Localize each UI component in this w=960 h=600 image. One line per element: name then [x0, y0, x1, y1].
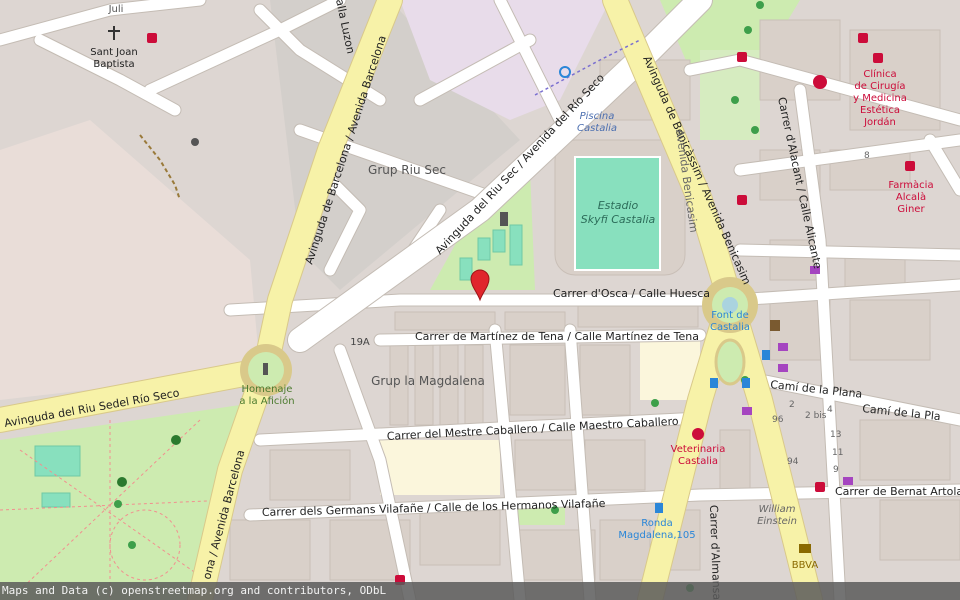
place-sant-joan: Sant Joan Baptista	[90, 47, 137, 70]
paw-icon	[171, 435, 181, 445]
bank-icon	[799, 544, 811, 553]
place-font-castalia: Font de Castalia	[710, 310, 750, 333]
map-canvas[interactable]: Avinguda de Barcelona / Avenida Barcelon…	[0, 0, 960, 600]
office-icon	[770, 320, 780, 331]
house-number: 94	[787, 457, 799, 467]
street-label-osca: Carrer d'Osca / Calle Huesca	[553, 287, 710, 300]
house-number: 9	[833, 465, 839, 475]
place-grup-magdalena: Grup la Magdalena	[371, 374, 485, 388]
house-number: 4	[827, 405, 833, 415]
tower-icon	[500, 212, 508, 226]
mast-icon	[191, 138, 199, 146]
place-juli: Juli	[108, 4, 124, 15]
place-grup-riu-sec: Grup Riu Sec	[368, 163, 446, 177]
house-number: 2 bis	[805, 411, 827, 421]
playground-icon	[117, 477, 127, 487]
house-number: 11	[832, 448, 843, 458]
place-bbva: BBVA	[792, 560, 819, 571]
house-number: 96	[772, 415, 784, 425]
place-veterinaria: Veterinaria Castalia	[671, 444, 726, 467]
house-number: 13	[830, 430, 841, 440]
street-label-bernat-artola: Carrer de Bernat Artola / Ca	[835, 485, 960, 498]
school-area	[380, 440, 500, 495]
place-william: William Einstein	[757, 504, 797, 527]
house-number: 8	[864, 151, 870, 161]
monument-icon	[263, 363, 268, 375]
house-number: 2	[789, 400, 795, 410]
map-attribution: Maps and Data (c) openstreetmap.org and …	[0, 582, 960, 600]
street-label-martinez-tena: Carrer de Martínez de Tena / Calle Martí…	[415, 330, 699, 343]
veterinary-icon	[692, 428, 704, 440]
place-piscina: Piscina Castalia	[577, 111, 617, 134]
place-homenaje: Homenaje a la Afición	[239, 384, 294, 407]
route-ref-19a: 19A	[350, 337, 370, 348]
